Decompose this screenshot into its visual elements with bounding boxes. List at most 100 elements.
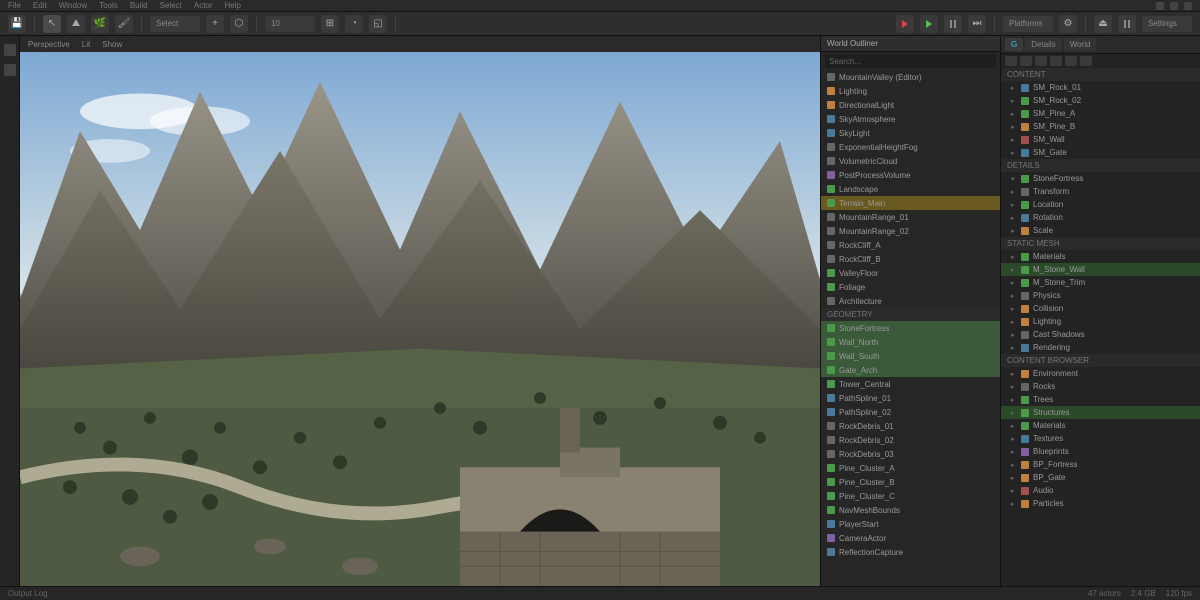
outliner-item[interactable]: RockDebris_01	[821, 419, 1000, 433]
twisty-icon[interactable]: ▸	[1011, 227, 1017, 235]
outliner-item[interactable]: ValleyFloor	[821, 266, 1000, 280]
twisty-icon[interactable]: ▸	[1011, 201, 1017, 209]
twisty-icon[interactable]: ▸	[1011, 279, 1017, 287]
twisty-icon[interactable]: ▸	[1011, 474, 1017, 482]
twisty-icon[interactable]: ▸	[1011, 149, 1017, 157]
asset-item[interactable]: ▸SM_Wall	[1001, 133, 1200, 146]
panel-tool-button[interactable]	[1080, 56, 1092, 66]
content-drawer-icon[interactable]	[4, 64, 16, 76]
twisty-icon[interactable]: ▸	[1011, 344, 1017, 352]
property-row[interactable]: ▸Scale	[1001, 224, 1200, 237]
settings-button[interactable]: ⚙	[1059, 15, 1077, 33]
outliner-item[interactable]: RockCliff_A	[821, 238, 1000, 252]
simulate-button[interactable]	[1118, 15, 1136, 33]
outliner-item[interactable]: ReflectionCapture	[821, 545, 1000, 559]
twisty-icon[interactable]: ▸	[1011, 448, 1017, 456]
outliner-item[interactable]: PostProcessVolume	[821, 168, 1000, 182]
twisty-icon[interactable]: ▸	[1011, 123, 1017, 131]
twisty-icon[interactable]: ▸	[1011, 84, 1017, 92]
asset-item[interactable]: ▸Cast Shadows	[1001, 328, 1200, 341]
outliner-item[interactable]: Wall_South	[821, 349, 1000, 363]
folder-item[interactable]: ▸Textures	[1001, 432, 1200, 445]
menu-build[interactable]: Build	[130, 1, 148, 10]
twisty-icon[interactable]: ▸	[1011, 305, 1017, 313]
asset-item[interactable]: ▸M_Stone_Wall	[1001, 263, 1200, 276]
folder-item[interactable]: ▸BP_Gate	[1001, 471, 1200, 484]
snap-dropdown[interactable]: 10	[265, 16, 315, 32]
folder-item[interactable]: ▸Blueprints	[1001, 445, 1200, 458]
folder-item[interactable]: ▸Materials	[1001, 419, 1200, 432]
outliner-item[interactable]: Tower_Central	[821, 377, 1000, 391]
folder-item[interactable]: ▸BP_Fortress	[1001, 458, 1200, 471]
settings-dropdown[interactable]: Settings	[1142, 16, 1192, 32]
viewport-3d[interactable]	[20, 52, 820, 586]
panel-tool-button[interactable]	[1020, 56, 1032, 66]
property-row[interactable]: ▸Rotation	[1001, 211, 1200, 224]
menu-window[interactable]: Window	[59, 1, 87, 10]
property-row[interactable]: ▸Location	[1001, 198, 1200, 211]
step-button[interactable]: ⏭	[968, 15, 986, 33]
twisty-icon[interactable]: ▸	[1011, 461, 1017, 469]
folder-item[interactable]: ▸Audio	[1001, 484, 1200, 497]
outliner-item[interactable]: Pine_Cluster_B	[821, 475, 1000, 489]
save-button[interactable]: 💾	[8, 15, 26, 33]
platforms-dropdown[interactable]: Platforms	[1003, 16, 1053, 32]
outliner-item[interactable]: MountainValley (Editor)	[821, 70, 1000, 84]
outliner-item[interactable]: DirectionalLight	[821, 98, 1000, 112]
twisty-icon[interactable]: ▸	[1011, 266, 1017, 274]
twisty-icon[interactable]: ▸	[1011, 253, 1017, 261]
outliner-item[interactable]: Landscape	[821, 182, 1000, 196]
panel-tool-button[interactable]	[1065, 56, 1077, 66]
asset-item[interactable]: ▸SM_Rock_01	[1001, 81, 1200, 94]
menu-select[interactable]: Select	[160, 1, 182, 10]
twisty-icon[interactable]: ▸	[1011, 396, 1017, 404]
outliner-item[interactable]: Lighting	[821, 84, 1000, 98]
foliage-mode-button[interactable]: 🌿	[91, 15, 109, 33]
outliner-item[interactable]: PathSpline_01	[821, 391, 1000, 405]
window-close-icon[interactable]	[1184, 2, 1192, 10]
tab-g[interactable]: G	[1005, 38, 1023, 51]
asset-item[interactable]: ▸SM_Pine_A	[1001, 107, 1200, 120]
menu-file[interactable]: File	[8, 1, 21, 10]
tab-details[interactable]: Details	[1025, 38, 1061, 51]
asset-item[interactable]: ▸Collision	[1001, 302, 1200, 315]
outliner-item[interactable]: SkyLight	[821, 126, 1000, 140]
place-actors-icon[interactable]	[4, 44, 16, 56]
viewport-lit-dropdown[interactable]: Lit	[82, 40, 90, 49]
outliner-item[interactable]: VolumetricCloud	[821, 154, 1000, 168]
asset-item[interactable]: ▸Lighting	[1001, 315, 1200, 328]
outliner-item[interactable]: RockDebris_02	[821, 433, 1000, 447]
outliner-item[interactable]: Pine_Cluster_A	[821, 461, 1000, 475]
panel-tool-button[interactable]	[1050, 56, 1062, 66]
blueprint-button[interactable]: ⬡	[230, 15, 248, 33]
eject-button[interactable]: ⏏	[1094, 15, 1112, 33]
twisty-icon[interactable]: ▸	[1011, 500, 1017, 508]
add-button[interactable]: +	[206, 15, 224, 33]
asset-item[interactable]: ▸Physics	[1001, 289, 1200, 302]
outliner-item[interactable]: PathSpline_02	[821, 405, 1000, 419]
outliner-item[interactable]: Wall_North	[821, 335, 1000, 349]
window-max-icon[interactable]	[1170, 2, 1178, 10]
grid-snap-button[interactable]: ⊞	[321, 15, 339, 33]
select-mode-button[interactable]: ↖	[43, 15, 61, 33]
twisty-icon[interactable]: ▸	[1011, 370, 1017, 378]
asset-item[interactable]: ▸Rendering	[1001, 341, 1200, 354]
outliner-item[interactable]: NavMeshBounds	[821, 503, 1000, 517]
twisty-icon[interactable]: ▸	[1011, 383, 1017, 391]
asset-item[interactable]: ▸SM_Gate	[1001, 146, 1200, 159]
outliner-item[interactable]: Foliage	[821, 280, 1000, 294]
twisty-icon[interactable]: ▸	[1011, 136, 1017, 144]
folder-item[interactable]: ▸Structures	[1001, 406, 1200, 419]
asset-item[interactable]: ▸SM_Pine_B	[1001, 120, 1200, 133]
twisty-icon[interactable]: ▸	[1011, 422, 1017, 430]
menu-edit[interactable]: Edit	[33, 1, 47, 10]
viewport-tab-perspective[interactable]: Perspective	[28, 40, 70, 49]
twisty-icon[interactable]: ▸	[1011, 214, 1017, 222]
outliner-item[interactable]: SkyAtmosphere	[821, 112, 1000, 126]
window-min-icon[interactable]	[1156, 2, 1164, 10]
play-button[interactable]	[920, 15, 938, 33]
outliner-item[interactable]: RockCliff_B	[821, 252, 1000, 266]
mesh-paint-button[interactable]: 🖌	[115, 15, 133, 33]
twisty-icon[interactable]: ▸	[1011, 97, 1017, 105]
twisty-icon[interactable]: ▸	[1011, 409, 1017, 417]
